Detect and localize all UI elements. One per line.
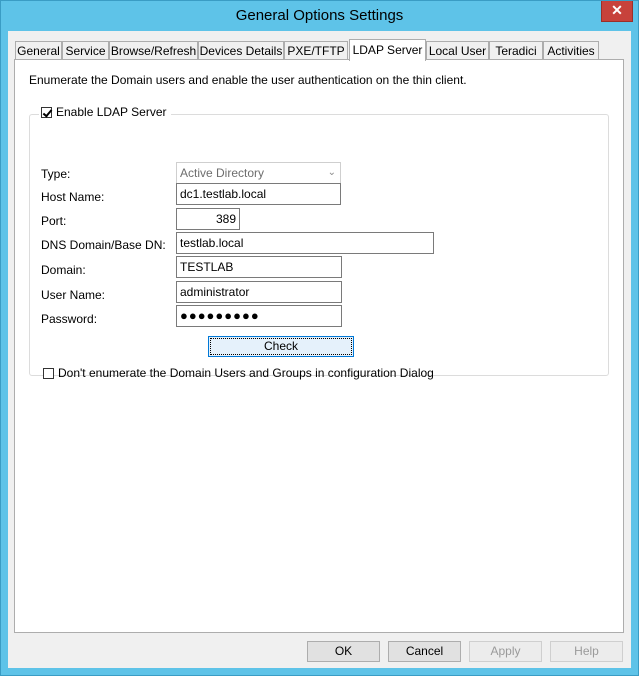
tab-ldap-server[interactable]: LDAP Server [349, 39, 426, 61]
ldap-server-panel: Enumerate the Domain users and enable th… [14, 59, 624, 633]
dns-domain-input[interactable]: testlab.local [176, 232, 434, 254]
user-name-label: User Name: [41, 288, 106, 302]
port-label: Port: [41, 214, 67, 228]
tab-local-user[interactable]: Local User [426, 41, 489, 59]
panel-description: Enumerate the Domain users and enable th… [29, 73, 467, 87]
dns-domain-label: DNS Domain/Base DN: [41, 238, 166, 252]
domain-label: Domain: [41, 263, 86, 277]
enable-ldap-checkbox[interactable]: Enable LDAP Server [39, 105, 171, 119]
tab-browse-refresh[interactable]: Browse/Refresh [109, 41, 198, 59]
tab-devices-details[interactable]: Devices Details [198, 41, 284, 59]
host-name-input[interactable]: dc1.testlab.local [176, 183, 341, 205]
tab-teradici[interactable]: Teradici [489, 41, 543, 59]
enable-ldap-label: Enable LDAP Server [56, 105, 167, 119]
close-button[interactable]: ✕ [601, 1, 633, 22]
tab-general[interactable]: General [15, 41, 62, 59]
dont-enumerate-checkbox[interactable]: Don't enumerate the Domain Users and Gro… [43, 366, 434, 380]
check-button[interactable]: Check [208, 336, 354, 357]
type-label: Type: [41, 167, 71, 181]
port-input[interactable]: 389 [176, 208, 240, 230]
checkbox-unchecked-icon[interactable] [43, 367, 54, 379]
dialog-window: General Options Settings ✕ General Servi… [0, 0, 639, 676]
password-input[interactable]: ●●●●●●●●● [176, 305, 342, 327]
password-label: Password: [41, 312, 98, 326]
tab-service[interactable]: Service [62, 41, 109, 59]
dont-enumerate-label: Don't enumerate the Domain Users and Gro… [58, 366, 434, 380]
apply-button[interactable]: Apply [469, 641, 542, 662]
domain-input[interactable]: TESTLAB [176, 256, 342, 278]
chevron-down-icon: ⌄ [327, 167, 336, 178]
checkbox-checked-icon[interactable] [41, 106, 52, 118]
dialog-client: General Service Browse/Refresh Devices D… [8, 31, 631, 668]
host-name-label: Host Name: [41, 190, 105, 204]
ok-button[interactable]: OK [307, 641, 380, 662]
type-value: Active Directory [180, 166, 265, 180]
type-select[interactable]: Active Directory ⌄ [176, 162, 341, 184]
cancel-button[interactable]: Cancel [388, 641, 461, 662]
window-title: General Options Settings [235, 7, 404, 24]
tab-pxe-tftp[interactable]: PXE/TFTP [284, 41, 348, 59]
user-name-input[interactable]: administrator [176, 281, 342, 303]
help-button[interactable]: Help [550, 641, 623, 662]
tab-activities[interactable]: Activities [543, 41, 599, 59]
